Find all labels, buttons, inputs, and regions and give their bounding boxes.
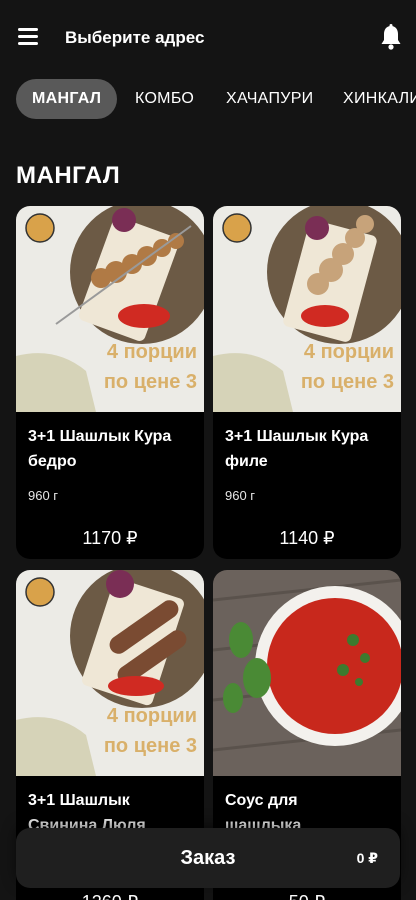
product-price: 1170 ₽ <box>82 528 138 548</box>
product-price: 50 ₽ <box>213 892 401 900</box>
category-tabs: МАНГАЛ КОМБО ХАЧАПУРИ ХИНКАЛИ <box>0 79 416 119</box>
order-label: Заказ <box>180 847 236 869</box>
product-price: 1140 ₽ <box>279 528 335 548</box>
bell-icon[interactable] <box>380 24 402 50</box>
promo-line-2: по цене 3 <box>104 371 197 393</box>
order-total: 0 ₽ <box>356 850 378 866</box>
address-selector[interactable]: Выберите адрес <box>65 28 204 48</box>
order-button[interactable]: Заказ 0 ₽ <box>16 828 400 888</box>
product-image: 4 порции по цене 3 <box>16 570 204 776</box>
product-image: 4 порции по цене 3 <box>213 206 401 412</box>
promo-line-1: 4 порции <box>107 341 197 363</box>
menu-icon[interactable] <box>18 28 38 46</box>
promo-line-1: 4 порции <box>304 341 394 363</box>
top-bar: Выберите адрес <box>0 0 416 74</box>
product-card[interactable]: 4 порции по цене 3 3+1 Шашлык Кура филе 9… <box>213 206 401 559</box>
promo-line-1: 4 порции <box>107 705 197 727</box>
product-price: 1260 ₽ <box>16 892 204 900</box>
product-weight: 960 г <box>28 488 59 503</box>
product-name: 3+1 Шашлык Кура бедро <box>28 428 172 470</box>
product-image: 4 порции по цене 3 <box>16 206 204 412</box>
tab-khinkali[interactable]: ХИНКАЛИ <box>343 79 416 119</box>
product-card[interactable]: 4 порции по цене 3 3+1 Шашлык Кура бедро … <box>16 206 204 559</box>
product-image <box>213 570 401 776</box>
tab-kombo[interactable]: КОМБО <box>135 79 194 119</box>
promo-line-2: по цене 3 <box>301 371 394 393</box>
tab-mangal[interactable]: МАНГАЛ <box>16 79 118 119</box>
product-weight: 960 г <box>225 488 256 503</box>
promo-line-2: по цене 3 <box>104 735 197 757</box>
product-name: 3+1 Шашлык Кура филе <box>225 428 369 470</box>
tab-khachapuri[interactable]: ХАЧАПУРИ <box>226 79 314 119</box>
section-title: МАНГАЛ <box>16 162 121 189</box>
